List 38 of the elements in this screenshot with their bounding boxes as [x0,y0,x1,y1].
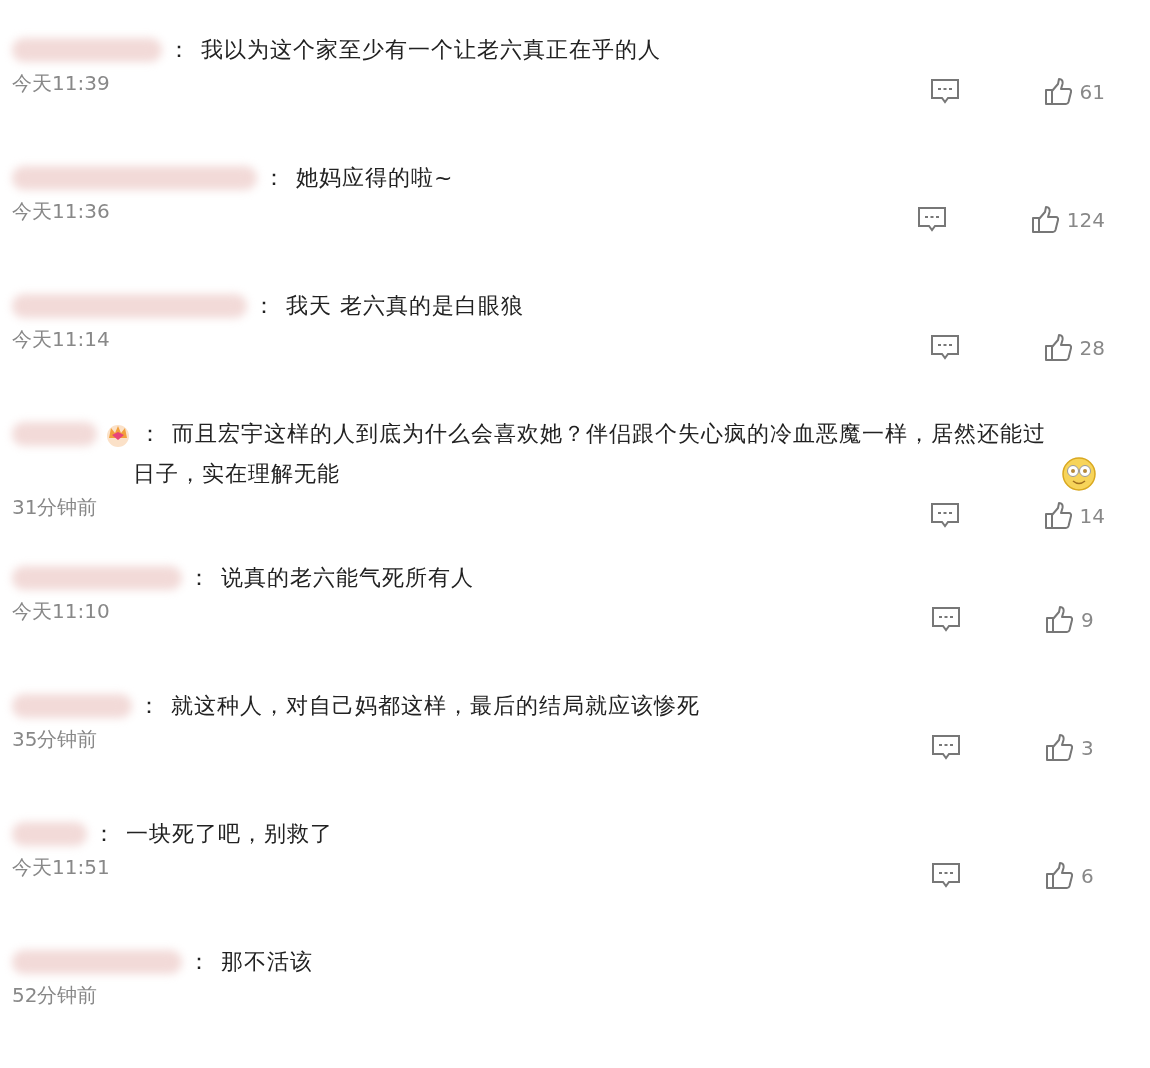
comment-time: 今天11:39 [12,70,110,97]
comment-time: 今天11:36 [12,198,110,225]
comment-icon[interactable] [931,862,961,890]
thumbs-up-icon [1030,206,1059,234]
thumbs-up-icon [1045,606,1073,634]
comment-time: 31分钟前 [12,494,98,521]
thumbs-up-icon [1043,502,1072,530]
comment-text: ： 那不活该 [187,948,313,976]
emoji-icon [1061,456,1097,492]
thumbs-up-icon [1043,78,1072,106]
comment-time: 35分钟前 [12,726,98,753]
like-button[interactable]: 61 [1043,78,1105,106]
comment-time: 今天11:14 [12,326,110,353]
comment-time: 52分钟前 [12,982,98,1009]
comment-icon[interactable] [929,78,960,106]
comment-time: 今天11:51 [12,854,110,881]
thumbs-up-icon [1045,734,1073,762]
like-button[interactable]: 14 [1043,502,1105,530]
comment-text: ： 我天 老六真的是白眼狼 [252,292,524,320]
comment-text: ： 而且宏宇这样的人到底为什么会喜欢她？伴侣跟个失心疯的冷血恶魔一样，居然还能过日子，实在理解无能 [133,420,1047,488]
comment-icon[interactable] [929,334,960,362]
comment-icon[interactable] [929,502,960,530]
comment-time: 今天11:10 [12,598,110,625]
thumbs-up-icon [1043,334,1072,362]
like-button[interactable]: 9 [1045,606,1105,634]
comment-icon[interactable] [931,606,961,634]
comment-icon[interactable] [931,734,961,762]
comment-icon[interactable] [916,206,947,234]
like-button[interactable]: 28 [1043,334,1105,362]
comment-text: ： 一块死了吧，别救了 [92,820,333,848]
comment-text: ： 说真的老六能气死所有人 [187,564,474,592]
comment-text: ： 我以为这个家至少有一个让老六真正在乎的人 [167,36,661,64]
comment-text: ： 就这种人，对自己妈都这样，最后的结局就应该惨死 [137,692,700,720]
comment-text: ： 她妈应得的啦~ [262,164,454,192]
like-button[interactable]: 124 [1030,206,1105,234]
thumbs-up-icon [1045,862,1073,890]
like-button[interactable]: 3 [1045,734,1105,762]
like-button[interactable]: 6 [1045,862,1105,890]
